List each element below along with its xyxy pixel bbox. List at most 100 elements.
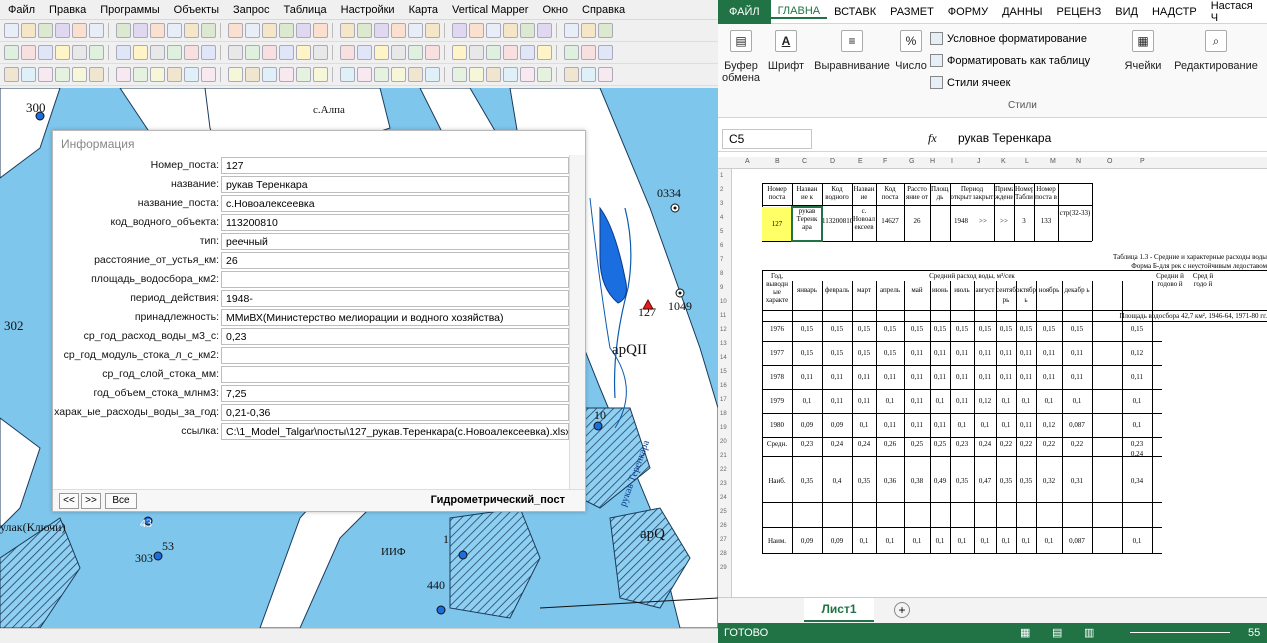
toolbar-tool-icon[interactable] xyxy=(296,67,311,82)
map-view[interactable]: 300 с.Алпа 0334 1049 127 302 apQII 10 ap… xyxy=(0,88,718,628)
tab-addins[interactable]: НАДСТР xyxy=(1145,6,1204,18)
sheet-cell[interactable]: 0,15 xyxy=(792,325,822,335)
sheet-cell[interactable]: открыт xyxy=(950,193,972,201)
sheet-cell[interactable]: 0,23 xyxy=(950,440,974,450)
menu-programs[interactable]: Программы xyxy=(100,4,159,16)
toolbar-tool-icon[interactable] xyxy=(564,23,579,38)
sheet-cell[interactable]: 0,1 xyxy=(1036,397,1062,407)
info-field-value[interactable]: C:\1_Model_Talgar\посты\127_рукав.Теренк… xyxy=(221,423,569,440)
toolbar-tool-icon[interactable] xyxy=(374,45,389,60)
toolbar-tool-icon[interactable] xyxy=(167,23,182,38)
sheet-cell[interactable]: 14627 xyxy=(876,217,904,229)
sheet-cell[interactable]: 0,11 xyxy=(930,349,950,359)
sheet-cell[interactable]: 0,11 xyxy=(950,349,974,359)
row-header[interactable]: 3 xyxy=(720,201,723,207)
sheet-cell[interactable]: 0,47 xyxy=(974,477,996,487)
sheet-cell[interactable]: Наим. xyxy=(762,537,792,547)
toolbar-tool-icon[interactable] xyxy=(38,23,53,38)
column-header[interactable]: K xyxy=(1001,158,1006,165)
tab-view[interactable]: ВИД xyxy=(1108,6,1145,18)
sheet-cell[interactable]: 0,15 xyxy=(852,325,876,335)
sheet-cell[interactable]: 0,22 xyxy=(1016,440,1036,450)
row-header[interactable]: 13 xyxy=(720,341,727,347)
sheet-cell[interactable]: декабр ь xyxy=(1062,285,1092,305)
sheet-cell[interactable]: 0,35 xyxy=(996,477,1016,487)
toolbar-tool-icon[interactable] xyxy=(184,23,199,38)
toolbar-tool-icon[interactable] xyxy=(296,23,311,38)
toolbar-tool-icon[interactable] xyxy=(340,23,355,38)
toolbar-tool-icon[interactable] xyxy=(537,67,552,82)
next-record-button[interactable]: >> xyxy=(81,493,101,509)
menu-vertical-mapper[interactable]: Vertical Mapper xyxy=(452,4,528,16)
toolbar-tool-icon[interactable] xyxy=(72,45,87,60)
sheet-cell[interactable]: май xyxy=(904,285,930,305)
row-header[interactable]: 10 xyxy=(720,299,727,305)
sheet-cell[interactable]: закрыт xyxy=(972,193,994,201)
info-field-value[interactable] xyxy=(221,366,569,383)
row-header[interactable]: 20 xyxy=(720,439,727,445)
sheet-cell[interactable]: июнь xyxy=(930,285,950,305)
toolbar-tool-icon[interactable] xyxy=(357,67,372,82)
sheet-cell[interactable]: 0,35 xyxy=(1016,477,1036,487)
sheet-cell[interactable]: 0,1 xyxy=(996,537,1016,547)
toolbar-tool-icon[interactable] xyxy=(425,23,440,38)
sheet-cell[interactable]: 0,09 xyxy=(792,537,822,547)
toolbar-tool-icon[interactable] xyxy=(228,67,243,82)
column-header[interactable]: P xyxy=(1140,158,1145,165)
sheet-cell[interactable]: 0,15 xyxy=(930,325,950,335)
row-header[interactable]: 12 xyxy=(720,327,727,333)
page-layout-icon[interactable]: ▤ xyxy=(1052,626,1062,639)
sheet-cell[interactable]: 133 xyxy=(1034,217,1058,229)
column-header[interactable]: B xyxy=(775,158,780,165)
sheet-cell[interactable]: 0,11 xyxy=(904,397,930,407)
spreadsheet-grid[interactable]: ABCDEFGHIJKLMNOP 1 2 3 4 5 6 7 8 9 10 11 12 13 14 15 16… xyxy=(718,157,1267,597)
sheet-cell[interactable]: 26 xyxy=(904,217,930,229)
sheet-cell[interactable]: Год, выводн ые характе xyxy=(762,272,792,310)
toolbar-tool-icon[interactable] xyxy=(581,45,596,60)
toolbar-tool-icon[interactable] xyxy=(55,67,70,82)
toolbar-tool-icon[interactable] xyxy=(201,45,216,60)
toolbar-tool-icon[interactable] xyxy=(133,67,148,82)
toolbar-tool-icon[interactable] xyxy=(72,23,87,38)
toolbar-tool-icon[interactable] xyxy=(21,45,36,60)
sheet-cell[interactable]: август xyxy=(974,285,996,305)
info-field-value[interactable] xyxy=(221,347,569,364)
name-box[interactable]: C5 xyxy=(722,129,812,149)
toolbar-tool-icon[interactable] xyxy=(150,23,165,38)
sheet-cell[interactable]: 113200810 xyxy=(822,217,852,229)
toolbar-tool-icon[interactable] xyxy=(520,45,535,60)
row-header[interactable]: 5 xyxy=(720,229,723,235)
toolbar-tool-icon[interactable] xyxy=(520,23,535,38)
user-name[interactable]: Настася Ч xyxy=(1204,0,1267,24)
toolbar-tool-icon[interactable] xyxy=(184,45,199,60)
sheet-cell[interactable]: 0,1 xyxy=(1016,537,1036,547)
toolbar-tool-icon[interactable] xyxy=(503,23,518,38)
sheet-cell[interactable]: 1976 xyxy=(762,325,792,335)
sheet-cell[interactable]: 0,1 xyxy=(852,421,876,431)
toolbar-tool-icon[interactable] xyxy=(598,67,613,82)
sheet-cell[interactable]: 0,15 xyxy=(974,325,996,335)
row-header[interactable]: 8 xyxy=(720,271,723,277)
toolbar-tool-icon[interactable] xyxy=(486,23,501,38)
toolbar-tool-icon[interactable] xyxy=(201,67,216,82)
toolbar-tool-icon[interactable] xyxy=(4,23,19,38)
sheet-cell[interactable]: 0,23 xyxy=(792,440,822,450)
toolbar-tool-icon[interactable] xyxy=(564,45,579,60)
toolbar-tool-icon[interactable] xyxy=(313,23,328,38)
toolbar-tool-icon[interactable] xyxy=(55,45,70,60)
sheet-cell[interactable]: Средни й годово й xyxy=(1152,272,1188,310)
row-header[interactable]: 22 xyxy=(720,467,727,473)
sheet-cell[interactable]: 0,11 xyxy=(1036,349,1062,359)
info-scrollbar[interactable] xyxy=(569,155,585,491)
sheet-cell[interactable]: Номер поста xyxy=(763,185,791,205)
toolbar-tool-icon[interactable] xyxy=(89,67,104,82)
row-header[interactable]: 24 xyxy=(720,495,727,501)
sheet-cell[interactable]: 0,1 xyxy=(996,421,1016,431)
zoom-level[interactable]: 55 xyxy=(1248,627,1260,639)
toolbar-tool-icon[interactable] xyxy=(374,23,389,38)
toolbar-tool-icon[interactable] xyxy=(55,23,70,38)
sheet-cell[interactable]: 0,11 xyxy=(974,373,996,383)
sheet-cell[interactable]: 0,49 xyxy=(930,477,950,487)
sheet-cell[interactable]: 0,32 xyxy=(1036,477,1062,487)
sheet-cell[interactable]: 3 xyxy=(1014,217,1034,229)
